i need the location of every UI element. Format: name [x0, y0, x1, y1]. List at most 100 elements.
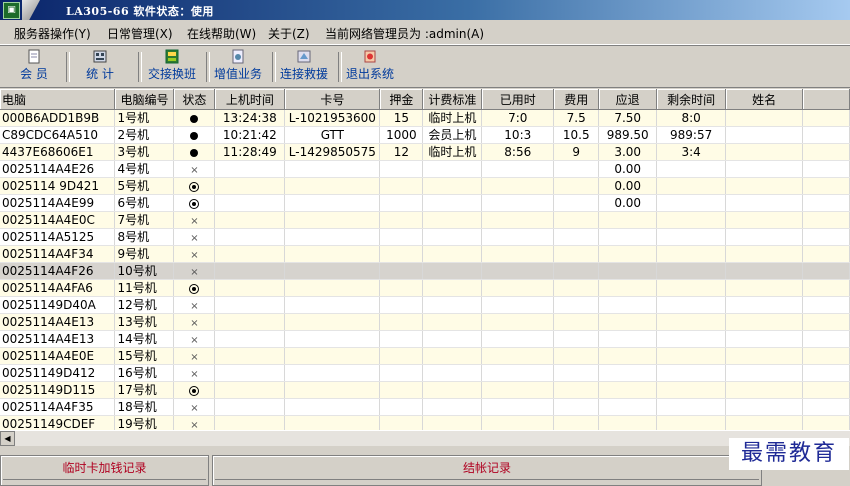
- cell-used: [481, 364, 555, 382]
- cell-number: 3号机: [114, 143, 175, 161]
- cell-card: [284, 364, 381, 382]
- status-cell: ×: [173, 330, 216, 348]
- app-icon[interactable]: ▣: [3, 2, 20, 19]
- horizontal-scrollbar[interactable]: ◀: [0, 430, 850, 446]
- status-cell: ×: [173, 398, 216, 416]
- menu-server[interactable]: 服务器操作(Y): [14, 25, 91, 42]
- scroll-left-icon[interactable]: ◀: [0, 431, 15, 446]
- cell-refund: [598, 364, 658, 382]
- cell-card: [284, 347, 381, 365]
- cell-used: [481, 296, 555, 314]
- col-header-used[interactable]: 已用时: [481, 89, 555, 110]
- status-off-icon: ×: [190, 301, 199, 312]
- value-added-button[interactable]: 增值业务: [210, 49, 266, 85]
- table-row[interactable]: 0025114 9D421 5号机 0.00: [0, 177, 850, 195]
- menu-help[interactable]: 在线帮助(W): [187, 25, 256, 42]
- cell-card: [284, 415, 381, 430]
- col-header-start-time[interactable]: 上机时间: [214, 89, 286, 110]
- table-row[interactable]: 00251149D115 17号机: [0, 381, 850, 399]
- cell-name: [725, 296, 804, 314]
- stats-button[interactable]: 统 计: [74, 49, 126, 85]
- table-row[interactable]: C89CDC64A510 2号机 10:21:42 GTT 1000 会员上机 10:3 10…: [0, 126, 850, 144]
- cell-deposit: [379, 177, 424, 195]
- col-header-name[interactable]: 姓名: [725, 89, 804, 110]
- cell-remain: [656, 347, 727, 365]
- exit-icon: [364, 50, 376, 63]
- checkout-title: 结帐记录: [462, 461, 511, 475]
- col-header-card[interactable]: 卡号: [284, 89, 381, 110]
- cell-refund: [598, 296, 658, 314]
- table-row[interactable]: 00251149D412 16号机 ×: [0, 364, 850, 382]
- cell-computer: 4437E68606E1: [0, 143, 116, 161]
- table-row[interactable]: 0025114A4E0E 15号机 ×: [0, 347, 850, 365]
- table-row[interactable]: 0025114A4F34 9号机 ×: [0, 245, 850, 263]
- cell-start: [214, 228, 286, 246]
- cell-card: [284, 245, 381, 263]
- col-header-number[interactable]: 电脑编号: [114, 89, 175, 110]
- cell-name: [725, 262, 804, 280]
- table-row[interactable]: 0025114A4E99 6号机 0.00: [0, 194, 850, 212]
- cell-computer: 0025114A4E13: [0, 330, 116, 348]
- table-header-row: 电脑 电脑编号 状态 上机时间 卡号 押金 计费标准 已用时 费用 应退 剩余时…: [0, 89, 850, 110]
- col-header-rate[interactable]: 计费标准: [422, 89, 483, 110]
- cell-filler: [802, 160, 850, 178]
- table-row[interactable]: 00251149CDEF 19号机 ×: [0, 415, 850, 431]
- cell-number: 8号机: [114, 228, 175, 246]
- menu-admin[interactable]: 当前网络管理员为 :admin(A): [325, 25, 484, 42]
- table-row[interactable]: 00251149D40A 12号机 ×: [0, 296, 850, 314]
- col-header-deposit[interactable]: 押金: [379, 89, 424, 110]
- table-row[interactable]: 000B6ADD1B9B 1号机 13:24:38 L-1021953600 15 临时上…: [0, 109, 850, 127]
- cell-start: [214, 415, 286, 430]
- cell-rate: [422, 228, 483, 246]
- member-button[interactable]: 会 员: [8, 49, 60, 85]
- col-header-computer[interactable]: 电脑: [0, 89, 116, 110]
- computer-grid[interactable]: 电脑 电脑编号 状态 上机时间 卡号 押金 计费标准 已用时 费用 应退 剩余时…: [0, 89, 850, 430]
- cell-deposit: [379, 364, 424, 382]
- table-row[interactable]: 0025114A4F26 10号机 ×: [0, 262, 850, 280]
- rescue-icon: [297, 50, 311, 63]
- cell-used: [481, 245, 555, 263]
- table-row[interactable]: 0025114A4E13 14号机 ×: [0, 330, 850, 348]
- cell-rate: [422, 415, 483, 430]
- cell-fee: 7.5: [553, 109, 600, 127]
- col-header-filler: [802, 89, 850, 110]
- window-title: LA305-66 软件状态：使用: [66, 5, 214, 18]
- table-row[interactable]: 0025114A4E13 13号机 ×: [0, 313, 850, 331]
- rescue-button[interactable]: 连接救援: [276, 49, 332, 85]
- menu-daily[interactable]: 日常管理(X): [107, 25, 173, 42]
- status-idle-icon: [189, 198, 200, 209]
- cell-filler: [802, 177, 850, 195]
- table-row[interactable]: 0025114A4E26 4号机 × 0.00: [0, 160, 850, 178]
- table-row[interactable]: 0025114A4F35 18号机 ×: [0, 398, 850, 416]
- status-idle-icon: [189, 385, 200, 396]
- status-off-icon: ×: [190, 420, 199, 431]
- status-cell: [173, 194, 216, 212]
- cell-rate: [422, 381, 483, 399]
- cell-filler: [802, 279, 850, 297]
- cell-deposit: [379, 415, 424, 430]
- cell-name: [725, 177, 804, 195]
- col-header-refund[interactable]: 应退: [598, 89, 658, 110]
- status-cell: [173, 126, 216, 144]
- col-header-remain[interactable]: 剩余时间: [656, 89, 727, 110]
- cell-rate: 临时上机: [422, 109, 483, 127]
- cell-remain: [656, 194, 727, 212]
- cell-computer: 0025114A5125: [0, 228, 116, 246]
- table-row[interactable]: 0025114A5125 8号机 ×: [0, 228, 850, 246]
- table-row[interactable]: 0025114A4E0C 7号机 ×: [0, 211, 850, 229]
- col-header-status[interactable]: 状态: [173, 89, 216, 110]
- status-idle-icon: [189, 283, 200, 294]
- cell-refund: [598, 347, 658, 365]
- col-header-fee[interactable]: 费用: [553, 89, 600, 110]
- exit-button[interactable]: 退出系统: [342, 49, 398, 85]
- menu-about[interactable]: 关于(Z): [268, 25, 310, 42]
- value-added-icon: [232, 49, 244, 64]
- cell-start: [214, 177, 286, 195]
- cell-rate: [422, 330, 483, 348]
- table-row[interactable]: 0025114A4FA6 11号机: [0, 279, 850, 297]
- table-row[interactable]: 4437E68606E1 3号机 11:28:49 L-1429850575 12 临时上…: [0, 143, 850, 161]
- cell-card: [284, 381, 381, 399]
- handover-button[interactable]: 交接换班: [144, 49, 200, 85]
- member-icon: [28, 49, 40, 64]
- cell-deposit: [379, 245, 424, 263]
